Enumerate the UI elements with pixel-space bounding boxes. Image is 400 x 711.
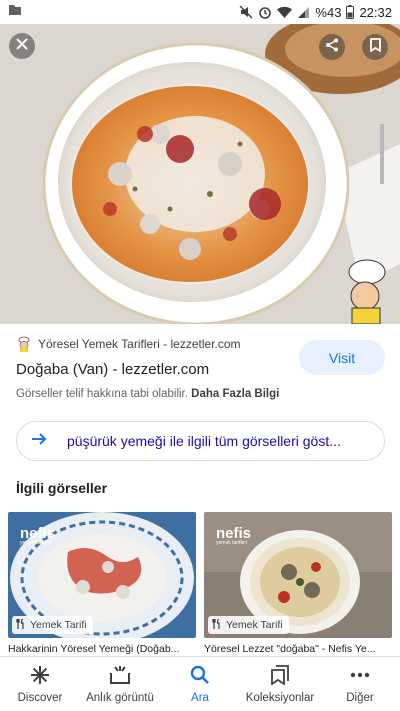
- visit-button[interactable]: Visit: [299, 340, 385, 375]
- result-title[interactable]: Doğaba (Van) - lezzetler.com: [16, 361, 209, 378]
- signal-icon: [297, 6, 310, 19]
- source-row[interactable]: Yöresel Yemek Tarifleri - lezzetler.com: [16, 336, 241, 352]
- related-heading: İlgili görseller: [16, 480, 108, 496]
- battery-text: %43: [315, 4, 342, 20]
- snapshot-icon: [109, 665, 131, 688]
- nav-more[interactable]: Diğer: [320, 657, 400, 711]
- related-item[interactable]: nefis yemek tarifleri Yemek Tarifi Yörese…: [204, 512, 392, 658]
- arrow-right-icon: [31, 432, 47, 451]
- nav-snapshot[interactable]: Anlık görüntü: [80, 657, 160, 711]
- nav-label: Koleksiyonlar: [245, 692, 315, 704]
- asterisk-icon: [30, 665, 50, 688]
- battery-icon: [346, 5, 355, 19]
- source-name: Yöresel Yemek Tarifleri - lezzetler.com: [38, 337, 241, 351]
- clock: 22:32: [359, 4, 392, 20]
- watermark-subtext: yemek tarifleri: [216, 540, 248, 546]
- related-caption[interactable]: Yöresel Lezzet "doğaba" - Nefis Ye...: [204, 643, 392, 655]
- alarm-icon: [258, 5, 272, 19]
- more-info-link[interactable]: Daha Fazla Bilgi: [191, 388, 279, 400]
- more-icon: [350, 665, 370, 688]
- badge-label: Yemek Tarifi: [226, 619, 283, 631]
- copyright-notice: Görseller telif hakkına tabi olabilir. D…: [16, 388, 279, 400]
- mute-icon: [239, 5, 253, 19]
- close-icon: [16, 37, 28, 55]
- see-all-images-button[interactable]: püşürük yemeği ile ilgili tüm görselleri…: [16, 421, 385, 461]
- close-button[interactable]: [9, 33, 35, 59]
- fork-knife-icon: [16, 617, 26, 632]
- watermark: nefis yemek tarifleri: [216, 526, 251, 546]
- site-favicon-icon: [16, 336, 32, 352]
- share-icon: [325, 38, 339, 57]
- recipe-badge: Yemek Tarifi: [208, 616, 289, 634]
- search-icon: [190, 665, 210, 688]
- related-image[interactable]: nefis yemek tarifleri Yemek Tarifi: [8, 512, 196, 638]
- badge-label: Yemek Tarifi: [30, 619, 87, 631]
- watermark-subtext: yemek tarifleri: [20, 540, 52, 546]
- collections-icon: [271, 665, 289, 688]
- food-photo: [0, 24, 400, 324]
- copyright-text: Görseller telif hakkına tabi olabilir.: [16, 388, 188, 400]
- status-bar: %43 22:32: [0, 0, 400, 24]
- wifi-icon: [277, 6, 293, 19]
- bottom-navigation: Discover Anlık görüntü Ara Koleksiyonlar…: [0, 656, 400, 711]
- nav-search[interactable]: Ara: [160, 657, 240, 711]
- notification-icon: [8, 3, 22, 21]
- watermark: nefis yemek tarifleri: [20, 526, 55, 546]
- related-image[interactable]: nefis yemek tarifleri Yemek Tarifi: [204, 512, 392, 638]
- nav-discover[interactable]: Discover: [0, 657, 80, 711]
- share-button[interactable]: [319, 34, 345, 60]
- nav-label: Diğer: [346, 692, 374, 704]
- recipe-badge: Yemek Tarifi: [12, 616, 93, 634]
- hero-image[interactable]: [0, 24, 400, 324]
- see-all-label: püşürük yemeği ile ilgili tüm görselleri…: [67, 433, 341, 449]
- nav-collections[interactable]: Koleksiyonlar: [240, 657, 320, 711]
- bookmark-button[interactable]: [362, 34, 388, 60]
- related-caption[interactable]: Hakkarinin Yöresel Yemeği (Doğab...: [8, 643, 196, 655]
- nav-label: Ara: [191, 692, 209, 704]
- nav-label: Anlık görüntü: [86, 692, 154, 704]
- bookmark-icon: [369, 37, 381, 57]
- nav-label: Discover: [17, 692, 63, 704]
- fork-knife-icon: [212, 617, 222, 632]
- related-item[interactable]: nefis yemek tarifleri Yemek Tarifi Hakkar…: [8, 512, 196, 658]
